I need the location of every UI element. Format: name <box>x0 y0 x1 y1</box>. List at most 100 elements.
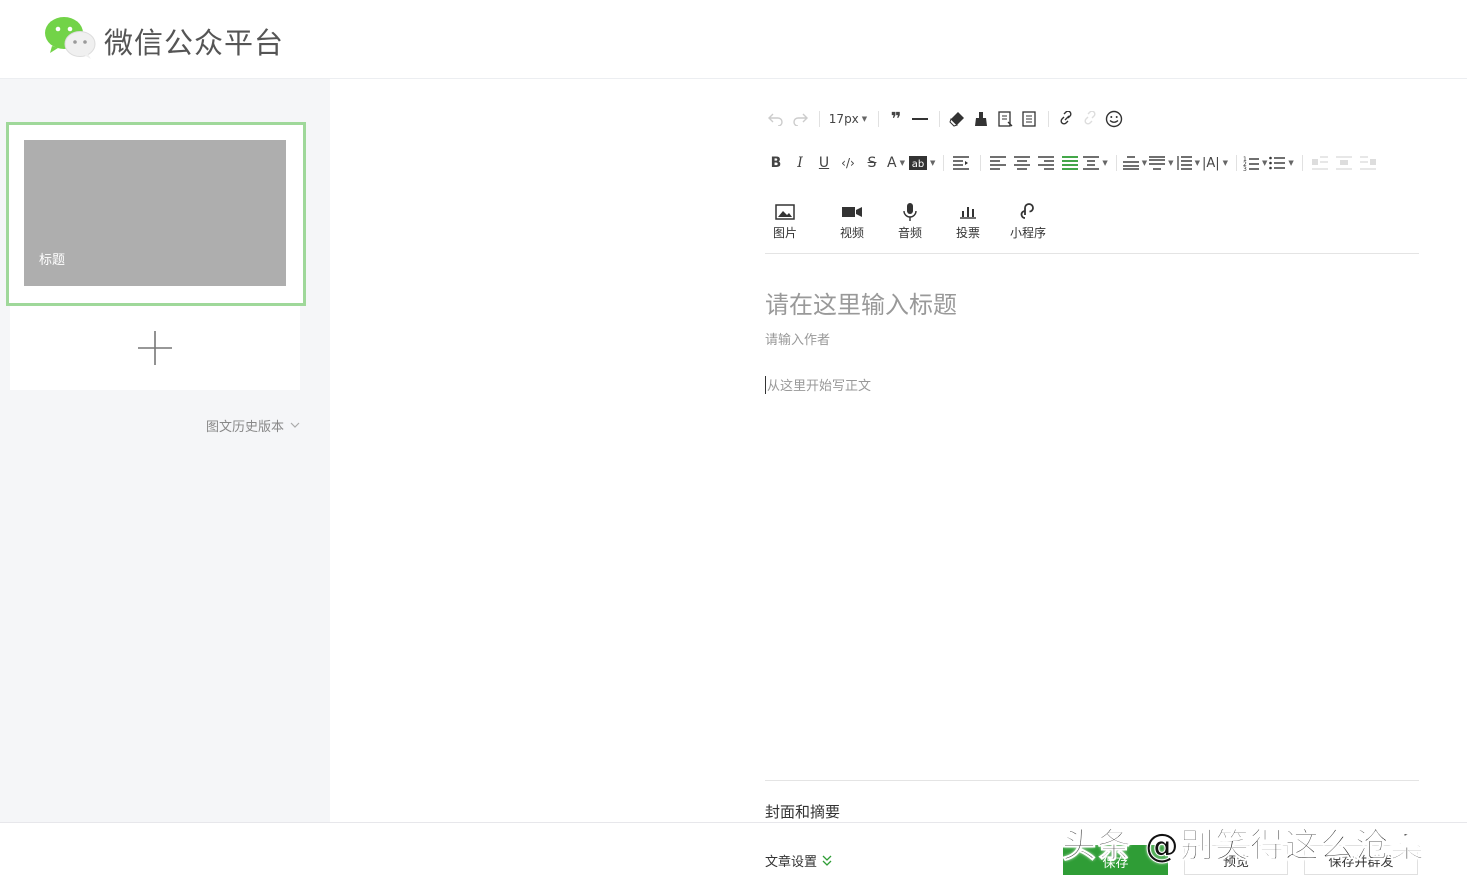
insert-miniprogram-label: 小程序 <box>1009 226 1046 240</box>
caret-down-icon: ▼ <box>861 115 868 123</box>
align-center-button[interactable] <box>1011 151 1033 175</box>
font-color-icon: A <box>887 155 897 171</box>
redo-button[interactable] <box>789 107 811 131</box>
insert-link-button[interactable] <box>1055 107 1077 131</box>
microphone-icon <box>903 203 917 221</box>
history-versions-link[interactable]: 图文历史版本 <box>206 416 300 435</box>
insert-image-button[interactable]: 图片 <box>765 202 805 241</box>
caret-down-icon: ▼ <box>1222 159 1228 167</box>
caret-down-icon: ▼ <box>930 159 936 167</box>
paragraph-spacing-top-icon <box>1122 156 1139 170</box>
text-cursor <box>765 375 766 394</box>
ordered-list-icon: 123 <box>1243 156 1259 171</box>
insert-page-button[interactable] <box>1018 107 1040 131</box>
insert-video-label: 视频 <box>839 226 864 240</box>
ordered-list-button[interactable]: 1 2 3 ▼ <box>1243 151 1267 175</box>
unordered-list-button[interactable]: ▼ <box>1269 151 1294 175</box>
emoji-button[interactable] <box>1103 107 1125 131</box>
font-size-value: 17px <box>828 112 859 126</box>
insert-audio-button[interactable]: 音频 <box>881 202 939 241</box>
app-title: 微信公众平台 <box>104 26 285 60</box>
align-left-button[interactable] <box>987 151 1009 175</box>
float-left-icon <box>1311 156 1328 170</box>
caret-down-icon: ▼ <box>1141 159 1148 167</box>
font-size-select[interactable]: 17px ▼ <box>826 107 870 131</box>
undo-icon <box>768 113 783 126</box>
first-line-indent-button[interactable]: ▼ <box>1083 151 1108 175</box>
code-button[interactable]: ‹/› <box>837 151 859 175</box>
indent-icon <box>953 156 970 170</box>
float-right-icon <box>1359 156 1376 170</box>
smiley-icon <box>1105 110 1123 128</box>
underline-button[interactable]: U <box>813 151 835 175</box>
unlink-button[interactable] <box>1079 107 1101 131</box>
underline-icon: U <box>818 155 830 171</box>
template-button[interactable] <box>994 107 1016 131</box>
space-after-button[interactable]: ▼ <box>1149 151 1174 175</box>
float-none-button[interactable] <box>1333 151 1355 175</box>
chevron-down-icon <box>290 422 300 428</box>
eraser-icon <box>949 112 964 127</box>
letter-spacing-icon: |A| <box>1201 155 1220 171</box>
align-left-icon <box>990 156 1007 170</box>
insert-image-label: 图片 <box>772 226 797 240</box>
line-height-icon <box>1176 156 1192 170</box>
align-right-button[interactable] <box>1035 151 1057 175</box>
bold-button[interactable]: B <box>765 151 787 175</box>
caret-down-icon: ▼ <box>1194 159 1200 167</box>
letter-spacing-button[interactable]: |A| ▼ <box>1202 151 1228 175</box>
float-right-button[interactable] <box>1357 151 1379 175</box>
toolbar-row-1: 17px ▼ ❞ <box>765 107 1127 131</box>
caret-down-icon: ▼ <box>1102 159 1108 167</box>
horizontal-line-icon <box>912 118 928 120</box>
history-label: 图文历史版本 <box>205 420 284 435</box>
body-placeholder: 从这里开始写正文 <box>767 379 872 394</box>
clear-format-button[interactable] <box>946 107 968 131</box>
insert-video-button[interactable]: 视频 <box>823 202 881 241</box>
caret-down-icon: ▼ <box>1262 159 1268 167</box>
author-input[interactable]: 请输入作者 <box>765 329 830 348</box>
plus-icon <box>138 331 172 365</box>
bar-chart-icon <box>960 207 976 219</box>
quote-icon: ❞ <box>890 108 902 130</box>
add-article-button[interactable] <box>10 306 300 390</box>
svg-text:3: 3 <box>1243 166 1247 171</box>
article-body-editor[interactable]: 从这里开始写正文 <box>765 375 871 394</box>
article-card-title: 标题 <box>39 253 66 268</box>
article-list-panel: 标题 图文历史版本 <box>0 79 330 822</box>
background-color-button[interactable]: ab ▼ <box>909 151 935 175</box>
toolbar-row-2: B I U ‹/› S A ▼ ab ▼ ▼ ▼ ▼ ▼ |A| ▼ 1 2 3 ▼ ▼ <box>765 151 1381 175</box>
article-settings-toggle[interactable]: 文章设置 <box>765 851 832 870</box>
toolbar-separator <box>878 111 879 127</box>
image-icon <box>775 204 795 220</box>
align-justify-button[interactable] <box>1059 151 1081 175</box>
video-camera-icon <box>842 207 862 217</box>
insert-miniprogram-button[interactable]: 小程序 <box>997 202 1059 241</box>
horizontal-rule-button[interactable] <box>909 107 931 131</box>
article-title-input[interactable]: 请在这里输入标题 <box>765 285 957 320</box>
toolbar-separator <box>980 155 982 171</box>
article-cover-image[interactable]: 标题 <box>24 140 286 286</box>
top-header: 微信公众平台 <box>0 0 1467 79</box>
redo-icon <box>793 113 808 126</box>
line-height-button[interactable]: ▼ <box>1176 151 1200 175</box>
insert-vote-label: 投票 <box>955 226 980 240</box>
italic-button[interactable]: I <box>789 151 811 175</box>
indent-button[interactable] <box>950 151 972 175</box>
strikethrough-button[interactable]: S <box>861 151 883 175</box>
svg-text:ab: ab <box>912 159 924 170</box>
toolbar-separator <box>1048 111 1049 127</box>
caret-down-icon: ▼ <box>1288 159 1294 167</box>
undo-button[interactable] <box>765 107 787 131</box>
miniprogram-icon <box>1020 203 1034 219</box>
article-card-selected[interactable]: 标题 <box>6 122 306 306</box>
toolbar-divider <box>765 253 1419 254</box>
blockquote-button[interactable]: ❞ <box>885 107 907 131</box>
document-icon <box>1022 111 1036 127</box>
font-color-button[interactable]: A ▼ <box>885 151 907 175</box>
insert-vote-button[interactable]: 投票 <box>939 202 997 241</box>
insert-media-row: 图片 视频 音频 投票 小程序 <box>765 202 1059 241</box>
format-painter-button[interactable] <box>970 107 992 131</box>
space-before-button[interactable]: ▼ <box>1122 151 1148 175</box>
float-left-button[interactable] <box>1309 151 1331 175</box>
